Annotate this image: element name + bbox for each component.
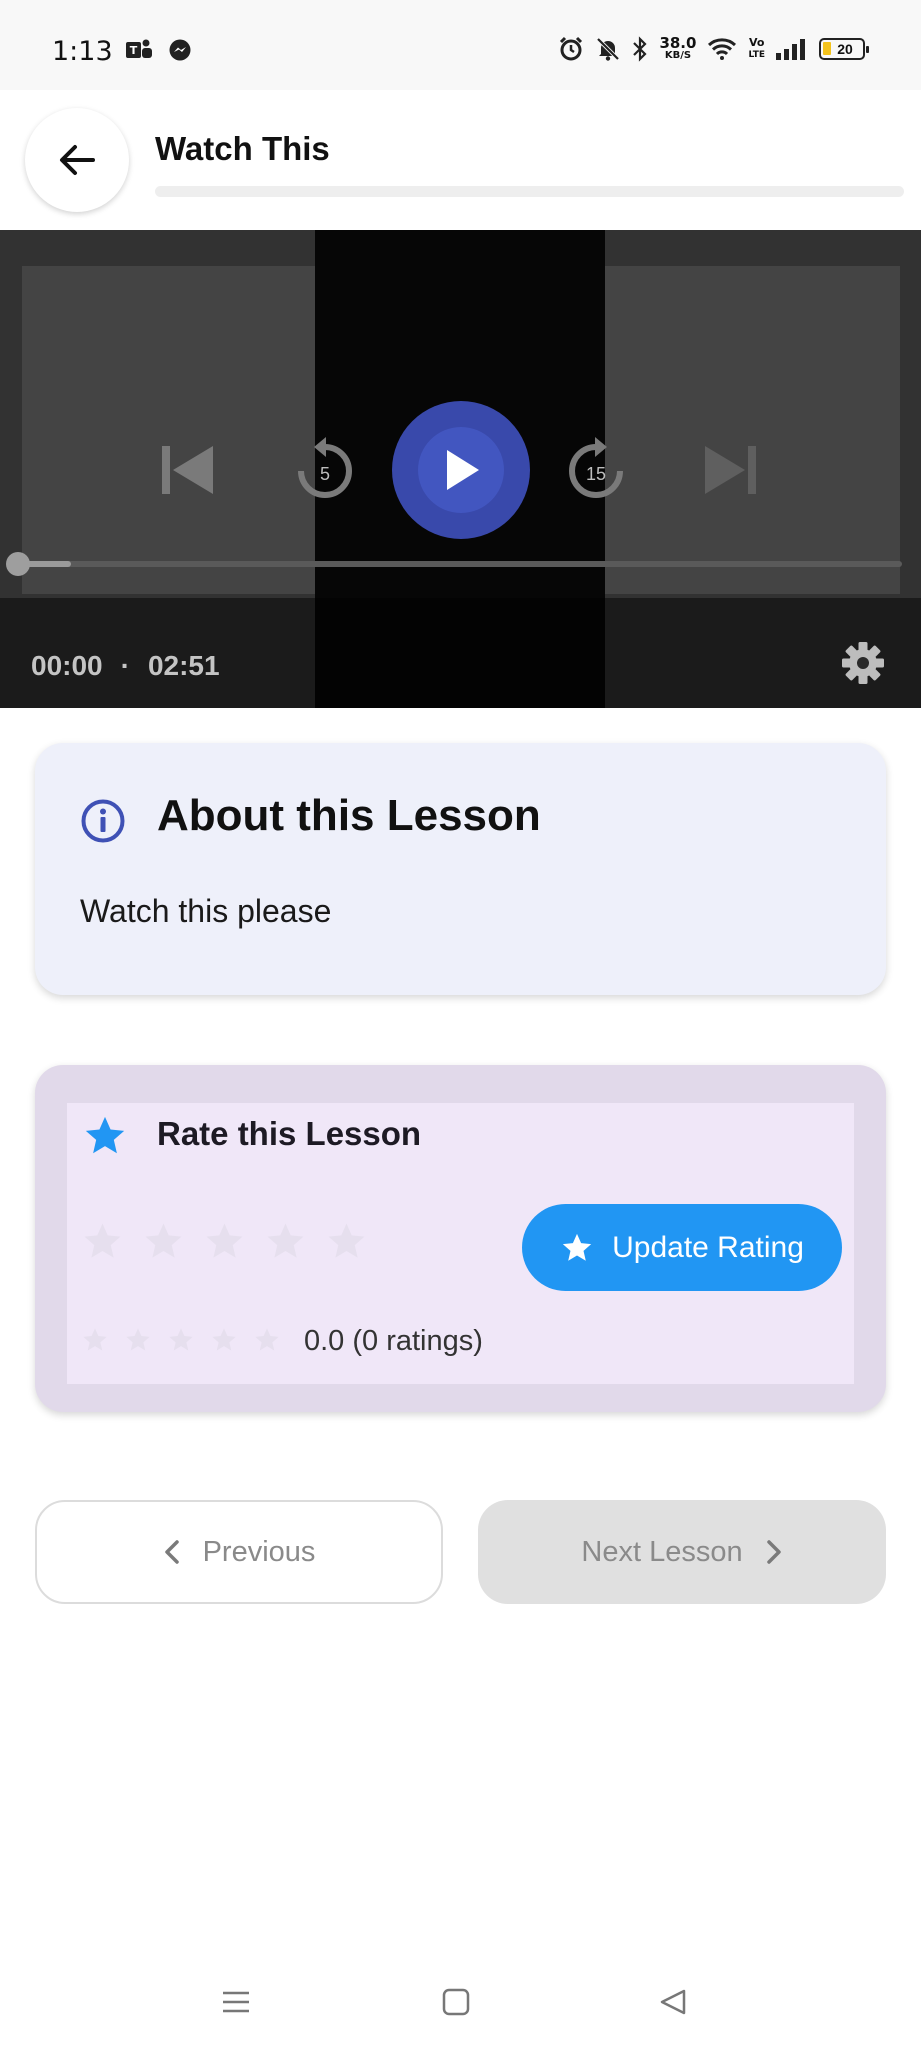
rating-star-2[interactable]	[142, 1220, 185, 1263]
system-navigation-bar	[0, 1960, 921, 2048]
lesson-progress-bar	[155, 186, 904, 197]
star-icon	[255, 1328, 279, 1351]
chevron-right-icon	[766, 1540, 781, 1564]
skip-next-button[interactable]	[701, 440, 761, 500]
bluetooth-icon	[633, 36, 647, 62]
alarm-icon	[560, 36, 583, 61]
recents-button[interactable]	[222, 1988, 250, 2021]
video-player[interactable]: 5 15 00:00 · 02:51	[0, 230, 921, 708]
app-header: Watch This	[0, 90, 921, 230]
next-lesson-button[interactable]: Next Lesson	[478, 1500, 886, 1604]
rewind-button[interactable]: 5	[292, 435, 358, 505]
seek-thumb[interactable]	[6, 552, 30, 576]
play-button-inner	[418, 427, 504, 513]
rating-input-stars[interactable]	[81, 1220, 368, 1263]
info-icon	[81, 799, 125, 843]
duration: 02:51	[147, 650, 220, 681]
teams-icon: T	[126, 39, 152, 58]
play-icon	[447, 450, 479, 490]
signal-icon	[776, 39, 805, 60]
next-label: Next Lesson	[581, 1535, 743, 1568]
settings-button[interactable]	[840, 640, 886, 691]
messenger-icon	[169, 39, 191, 61]
skip-previous-button[interactable]	[157, 440, 217, 500]
skip-previous-icon	[162, 446, 213, 494]
rating-star-5[interactable]	[325, 1220, 368, 1263]
forward-button[interactable]: 15	[563, 435, 629, 505]
system-status-icons: 38.0 KB/S Vo LTE 20	[558, 34, 869, 62]
seek-bar[interactable]	[18, 561, 902, 567]
rate-lesson-card: Rate this Lesson Update Rating 0.0 (0 ra…	[35, 1065, 886, 1412]
star-icon	[562, 1233, 592, 1261]
rating-summary: 0.0 (0 ratings)	[304, 1325, 483, 1357]
home-button[interactable]	[442, 1988, 470, 2021]
page-title: Watch This	[155, 130, 330, 167]
arrow-left-icon	[60, 145, 95, 175]
wifi-icon	[708, 38, 737, 60]
notification-icons: T	[126, 38, 192, 62]
time-separator: ·	[120, 650, 130, 681]
back-button[interactable]	[25, 108, 129, 212]
average-rating-stars	[81, 1326, 281, 1354]
gear-icon	[842, 642, 884, 684]
rate-header-icon	[82, 1113, 128, 1164]
rating-star-3[interactable]	[203, 1220, 246, 1263]
about-lesson-card: About this Lesson Watch this please	[35, 743, 886, 995]
status-bar: 1:13 T 38.0 KB/S Vo LTE 20	[0, 0, 921, 90]
star-icon	[169, 1328, 193, 1351]
info-icon-wrapper	[80, 798, 126, 849]
update-rating-button[interactable]: Update Rating	[522, 1204, 842, 1291]
time-display: 00:00 · 02:51	[31, 650, 220, 682]
home-square-icon	[442, 1988, 470, 2016]
skip-next-icon	[705, 446, 756, 494]
previous-lesson-button[interactable]: Previous	[35, 1500, 443, 1604]
update-rating-label: Update Rating	[612, 1230, 804, 1264]
rating-star-1[interactable]	[81, 1220, 124, 1263]
network-speed: 38.0 KB/S	[659, 34, 697, 62]
rate-lesson-content: Rate this Lesson Update Rating 0.0 (0 ra…	[67, 1103, 854, 1384]
star-icon	[83, 1328, 107, 1351]
forward-seconds: 15	[586, 464, 606, 484]
system-back-button[interactable]	[659, 1988, 687, 2021]
volte-indicator: Vo LTE	[748, 36, 765, 61]
play-button[interactable]	[392, 401, 530, 539]
star-icon	[212, 1328, 236, 1351]
rating-star-4[interactable]	[264, 1220, 307, 1263]
svg-text:T: T	[130, 44, 138, 57]
menu-icon	[223, 1991, 249, 2013]
rewind-seconds: 5	[320, 464, 330, 484]
battery-indicator: 20	[819, 38, 869, 60]
replay-5-icon: 5	[298, 437, 352, 498]
previous-label: Previous	[202, 1535, 316, 1568]
status-time: 1:13	[52, 36, 113, 67]
rate-title: Rate this Lesson	[157, 1115, 422, 1152]
star-icon	[85, 1116, 125, 1154]
star-icon	[126, 1328, 150, 1351]
chevron-left-icon	[164, 1540, 179, 1564]
about-description: Watch this please	[80, 893, 332, 929]
forward-15-icon: 15	[569, 437, 623, 498]
back-triangle-icon	[660, 1989, 686, 2015]
current-time: 00:00	[31, 650, 103, 681]
about-title: About this Lesson	[157, 791, 541, 840]
mute-icon	[597, 37, 620, 61]
